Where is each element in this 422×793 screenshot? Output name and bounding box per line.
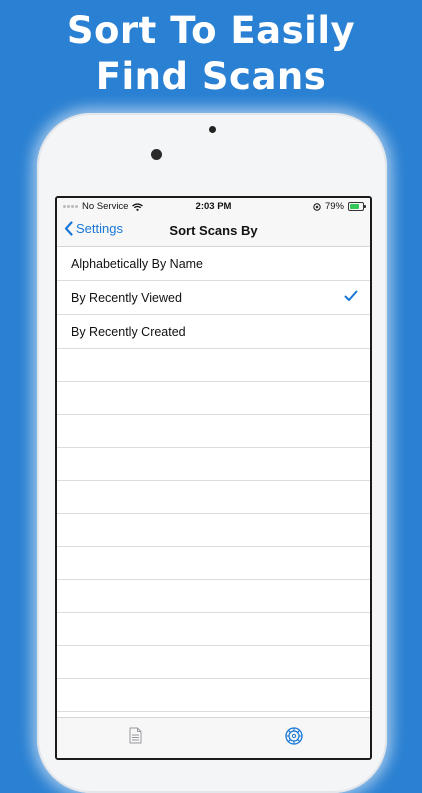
document-icon: [129, 727, 142, 744]
empty-row: [57, 679, 370, 712]
sort-option-label: Alphabetically By Name: [71, 257, 204, 271]
empty-row: [57, 349, 370, 382]
phone-screen: No Service 2:03 PM 79% Settings Sort Sca…: [55, 196, 372, 760]
sort-options-list: Alphabetically By Name By Recently Viewe…: [57, 247, 370, 712]
sort-option-alphabetical[interactable]: Alphabetically By Name: [57, 247, 370, 281]
checkmark-icon: [344, 290, 358, 301]
tab-scans[interactable]: [129, 727, 142, 749]
gear-icon: [285, 727, 303, 745]
tab-bar: [57, 717, 370, 758]
headline-line-2: Find Scans: [95, 55, 327, 98]
empty-row: [57, 382, 370, 415]
status-right: 79%: [313, 201, 366, 212]
location-lock-icon: [313, 202, 321, 211]
sort-option-recently-viewed[interactable]: By Recently Viewed: [57, 281, 370, 315]
tab-settings[interactable]: [284, 726, 304, 751]
page-title: Sort Scans By: [169, 223, 258, 238]
navigation-bar: Settings Sort Scans By: [57, 215, 370, 247]
speaker: [209, 126, 216, 133]
headline: Sort To Easily Find Scans: [0, 8, 422, 100]
empty-row: [57, 481, 370, 514]
headline-line-1: Sort To Easily: [66, 9, 356, 52]
battery-percent: 79%: [324, 201, 344, 212]
empty-row: [57, 580, 370, 613]
empty-row: [57, 415, 370, 448]
battery-icon: [348, 202, 366, 211]
sort-option-label: By Recently Created: [71, 325, 186, 339]
sort-option-label: By Recently Viewed: [71, 291, 182, 305]
empty-row: [57, 646, 370, 679]
front-camera: [151, 149, 162, 160]
status-bar: No Service 2:03 PM 79%: [57, 198, 370, 215]
empty-row: [57, 547, 370, 580]
sort-option-recently-created[interactable]: By Recently Created: [57, 315, 370, 349]
empty-row: [57, 613, 370, 646]
empty-row: [57, 514, 370, 547]
empty-row: [57, 448, 370, 481]
